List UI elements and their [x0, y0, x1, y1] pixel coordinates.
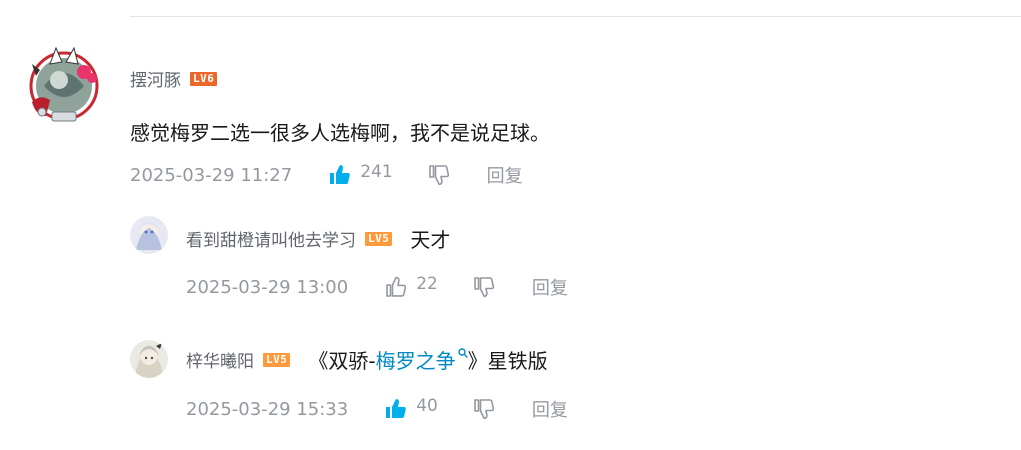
reply-text-after: 》星铁版	[467, 349, 548, 373]
timestamp: 2025-03-29 15:33	[186, 398, 349, 420]
reply-button[interactable]: 回复	[487, 162, 523, 188]
username[interactable]: 摆河豚	[130, 66, 181, 91]
thumbs-down-icon	[428, 165, 449, 186]
reply-meta: 2025-03-29 15:33 40 回复	[186, 396, 568, 422]
thumbs-up-icon	[330, 165, 350, 184]
reply-avatar[interactable]	[130, 340, 168, 378]
reply-header: 梓华曦阳 LV5 《双骄-梅罗之争 》星铁版	[186, 345, 548, 374]
thumbs-down-icon	[474, 399, 494, 420]
dislike-button[interactable]	[472, 397, 496, 421]
avatar[interactable]	[22, 42, 106, 126]
reply-text-before: 《双骄-	[308, 349, 376, 373]
like-count: 22	[416, 274, 438, 294]
level-badge: LV6	[190, 71, 218, 86]
like-button[interactable]: 22	[384, 274, 438, 299]
level-badge: LV5	[263, 352, 291, 367]
comment-meta: 2025-03-29 11:27 241 回复	[130, 162, 523, 188]
reply-text: 《双骄-梅罗之争 》星铁版	[308, 345, 548, 374]
like-button[interactable]: 241	[328, 162, 393, 187]
reply-button[interactable]: 回复	[532, 274, 568, 300]
search-icon[interactable]	[457, 339, 468, 363]
like-count: 40	[416, 396, 438, 416]
comment-header: 摆河豚 LV6	[130, 66, 218, 91]
username[interactable]: 梓华曦阳	[186, 347, 254, 372]
top-divider	[130, 16, 1021, 17]
thumbs-up-icon	[386, 276, 407, 297]
timestamp: 2025-03-29 13:00	[186, 276, 349, 298]
reply-text: 天才	[410, 228, 451, 252]
reply-header: 看到甜橙请叫他去学习 LV5 天才	[186, 224, 450, 253]
like-button[interactable]: 40	[384, 396, 438, 421]
timestamp: 2025-03-29 11:27	[130, 164, 293, 186]
dislike-button[interactable]	[427, 163, 451, 187]
dislike-button[interactable]	[472, 275, 496, 299]
reply-button[interactable]: 回复	[532, 396, 568, 422]
username[interactable]: 看到甜橙请叫他去学习	[186, 226, 356, 251]
level-badge: LV5	[365, 231, 393, 246]
thumbs-down-icon	[474, 277, 494, 298]
comment-text: 感觉梅罗二选一很多人选梅啊，我不是说足球。	[130, 121, 550, 145]
reply-avatar[interactable]	[130, 216, 168, 254]
reply-meta: 2025-03-29 13:00 22 回复	[186, 274, 568, 300]
thumbs-up-icon	[386, 399, 406, 418]
like-count: 241	[360, 162, 393, 182]
search-link[interactable]: 梅罗之争	[376, 349, 456, 373]
